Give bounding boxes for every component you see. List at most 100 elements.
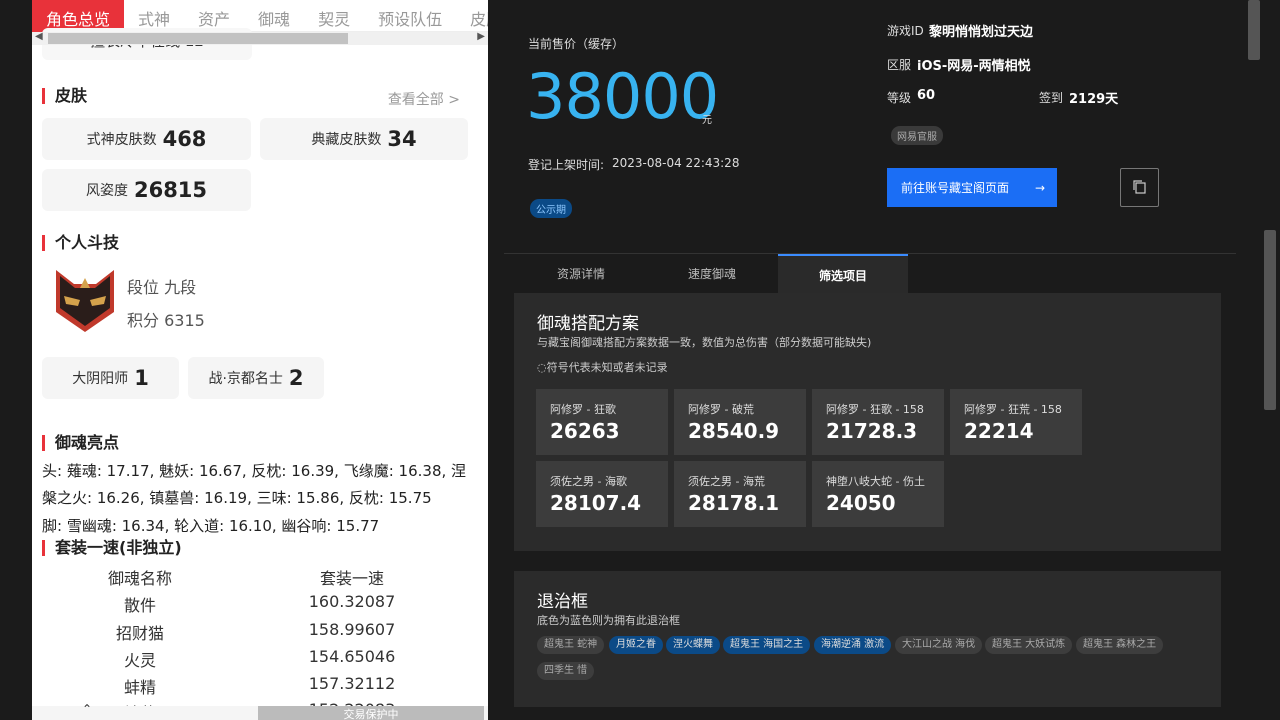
scroll-right-icon[interactable]: ▶ <box>477 31 485 42</box>
kyoto-card: 战·京都名士 2 <box>188 357 324 399</box>
arrow-right-icon: → <box>1035 180 1046 195</box>
bottom-bar: ⌃ 交易保护中 <box>32 702 488 720</box>
game-id-label: 游戏ID <box>887 24 924 38</box>
right-panel: 当前售价（缓存） 38000 元 登记上架时间: 2023-08-04 22:4… <box>504 0 1236 720</box>
plan-item-name: 阿修罗 - 破荒 <box>688 403 754 416</box>
suit-col-name: 御魂名称 <box>107 569 172 588</box>
server-label: 区服 <box>887 58 912 72</box>
suit-speed: 158.99607 <box>308 620 396 639</box>
plan-note: ◌符号代表未知或者未记录 <box>537 361 668 374</box>
suit-speed: 160.32087 <box>308 592 396 611</box>
frames-title: 退治框 <box>537 592 588 612</box>
tab-yuhun[interactable]: 御魂 <box>244 0 304 32</box>
plan-item-value: 28107.4 <box>550 491 642 515</box>
frame-tag: 大江山之战 海伐 <box>895 636 983 654</box>
yys-label: 大阴阳师 <box>72 371 129 387</box>
tab-qiling[interactable]: 契灵 <box>304 0 364 32</box>
skin-section-title: 皮肤 <box>42 88 87 104</box>
tab-skins[interactable]: 皮肤 <box>456 0 488 32</box>
plan-title: 御魂搭配方案 <box>537 314 639 334</box>
plan-item-value: 21728.3 <box>826 419 918 443</box>
vertical-scrollbar[interactable] <box>1244 0 1280 720</box>
detail-tabs: 资源详情 速度御魂 筛选项目 <box>504 253 1236 294</box>
scrollbar-thumb[interactable] <box>1264 230 1276 410</box>
go-to-account-button[interactable]: 前往账号藏宝阁页面 → <box>887 168 1057 207</box>
left-panel: 角色总览 式神 资产 御魂 契灵 预设队伍 皮肤 擅长冷华在线 12 ◀ ▶ 皮… <box>32 0 488 720</box>
level-value: 60 <box>917 88 936 103</box>
listed-value: 2023-08-04 22:43:28 <box>612 156 740 170</box>
suit-col-speed: 套装一速 <box>319 569 384 588</box>
style-card: 风姿度 26815 <box>42 169 251 211</box>
trade-protect-button[interactable]: 交易保护中 <box>258 706 484 720</box>
frame-tag: 涅火蝶舞 <box>666 636 720 654</box>
shikigami-skin-label: 式神皮肤数 <box>86 132 157 148</box>
suit-name: 招财猫 <box>115 624 164 643</box>
yuhun-section-title: 御魂亮点 <box>42 435 119 451</box>
frames-panel: 退治框 底色为蓝色则为拥有此退治框 超鬼王 蛇神 月姬之眷 涅火蝶舞 超鬼王 海… <box>514 571 1221 707</box>
yuhun-line-3: 脚: 雪幽魂: 16.34, 轮入道: 16.10, 幽谷响: 15.77 <box>42 517 380 535</box>
plan-item-value: 24050 <box>826 491 896 515</box>
tab-speed-yuhun[interactable]: 速度御魂 <box>647 254 777 294</box>
frame-tag: 四季生 惜 <box>537 662 595 680</box>
official-server-badge: 网易官服 <box>891 126 943 145</box>
score-text: 积分 6315 <box>127 311 205 330</box>
plan-item-card: 须佐之男 - 海歌 28107.4 <box>536 461 668 527</box>
yys-card: 大阴阳师 1 <box>42 357 179 399</box>
frame-tag: 超鬼王 海国之主 <box>723 636 811 654</box>
horizontal-scrollbar[interactable]: ◀ ▶ <box>32 31 488 45</box>
tab-resource-details[interactable]: 资源详情 <box>516 254 646 294</box>
style-label: 风姿度 <box>85 183 128 199</box>
frames-description: 底色为蓝色则为拥有此退治框 <box>537 614 680 627</box>
suit-section-title: 套装一速(非独立) <box>42 540 182 556</box>
frame-tag: 月姬之眷 <box>609 636 663 654</box>
game-id-value: 黎明悄悄划过天边 <box>929 25 1034 40</box>
plan-item-card: 阿修罗 - 狂荒 - 158 22214 <box>950 389 1082 455</box>
price-label: 当前售价（缓存） <box>528 37 625 51</box>
collection-skin-label: 典藏皮肤数 <box>311 132 382 148</box>
scroll-left-icon[interactable]: ◀ <box>35 31 43 42</box>
kyoto-value: 2 <box>288 366 304 390</box>
frame-tag: 海潮逆涌 激流 <box>814 636 892 654</box>
scrollbar-thumb[interactable] <box>48 33 348 44</box>
plan-description: 与藏宝阁御魂搭配方案数据一致，数值为总伤害（部分数据可能缺失) <box>537 336 872 349</box>
frame-tag: 超鬼王 蛇神 <box>537 636 605 654</box>
plan-item-card: 阿修罗 - 狂歌 26263 <box>536 389 668 455</box>
copy-button[interactable] <box>1120 168 1159 207</box>
plan-item-name: 须佐之男 - 海歌 <box>550 475 627 488</box>
style-value: 26815 <box>133 178 208 202</box>
rank-badge-icon <box>56 270 114 332</box>
price-value: 38000 <box>526 60 719 133</box>
listed-label: 登记上架时间: <box>528 158 605 172</box>
chevron-up-icon[interactable]: ⌃ <box>82 702 92 716</box>
scrollbar-thumb[interactable] <box>1248 0 1260 60</box>
yuhun-plan-panel: 御魂搭配方案 与藏宝阁御魂搭配方案数据一致，数值为总伤害（部分数据可能缺失) ◌… <box>514 293 1221 551</box>
signin-label: 签到 <box>1039 91 1064 105</box>
plan-item-card: 阿修罗 - 狂歌 - 158 21728.3 <box>812 389 944 455</box>
suit-name: 火灵 <box>123 651 156 670</box>
yys-value: 1 <box>134 366 149 390</box>
plan-item-card: 神堕八岐大蛇 - 伤土 24050 <box>812 461 944 527</box>
plan-item-name: 阿修罗 - 狂荒 - 158 <box>964 403 1062 416</box>
plan-item-name: 阿修罗 - 狂歌 - 158 <box>826 403 924 416</box>
plan-item-card: 阿修罗 - 破荒 28540.9 <box>674 389 806 455</box>
shikigami-skin-value: 468 <box>162 127 207 151</box>
shikigami-skin-card: 式神皮肤数 468 <box>42 118 251 160</box>
suit-speed: 157.32112 <box>308 674 396 693</box>
plan-item-value: 22214 <box>964 419 1034 443</box>
kyoto-label: 战·京都名士 <box>208 371 283 387</box>
plan-item-value: 26263 <box>550 419 620 443</box>
frame-tag: 超鬼王 森林之王 <box>1076 636 1164 654</box>
plan-item-name: 阿修罗 - 狂歌 <box>550 403 616 416</box>
yuhun-line-2: 槃之火: 16.26, 镇墓兽: 16.19, 三味: 15.86, 反枕: 1… <box>42 489 432 507</box>
price-unit: 元 <box>702 115 712 126</box>
go-button-label: 前往账号藏宝阁页面 <box>901 181 1010 195</box>
suit-name: 散件 <box>123 596 156 615</box>
tab-preset-team[interactable]: 预设队伍 <box>364 0 456 32</box>
copy-icon <box>1133 180 1146 194</box>
server-value: iOS-网易-两情相悦 <box>917 59 1031 74</box>
plan-item-card: 须佐之男 - 海荒 28178.1 <box>674 461 806 527</box>
suit-speed: 154.65046 <box>308 647 396 666</box>
view-all-link[interactable]: 查看全部 > <box>388 89 460 109</box>
plan-item-name: 须佐之男 - 海荒 <box>688 475 765 488</box>
tab-filter-items[interactable]: 筛选项目 <box>778 254 908 294</box>
